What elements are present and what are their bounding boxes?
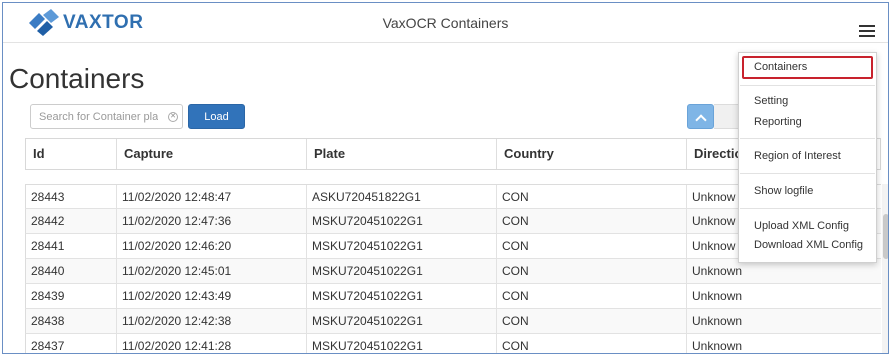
search-input[interactable] (30, 104, 183, 129)
cell-plate: MSKU720451022G1 (307, 234, 497, 258)
cell-country: CON (497, 209, 687, 233)
menu-divider (740, 138, 875, 139)
scrollbar-thumb[interactable] (883, 214, 888, 259)
cell-plate: ASKU720451822G1 (307, 185, 497, 209)
cell-id: 28443 (26, 185, 117, 209)
menu-item-download-xml-config[interactable]: Download XML Config (754, 239, 863, 251)
chevron-up-icon[interactable] (687, 104, 714, 129)
top-navbar: VAXTOR VaxOCR Containers (3, 3, 888, 43)
cell-capture: 11/02/2020 12:42:38 (117, 309, 307, 333)
cell-plate: MSKU720451022G1 (307, 284, 497, 308)
cell-capture: 11/02/2020 12:48:47 (117, 185, 307, 209)
app-title: VaxOCR Containers (382, 15, 509, 31)
cell-plate: MSKU720451022G1 (307, 309, 497, 333)
vertical-scrollbar[interactable] (882, 184, 888, 353)
menu-item-reporting[interactable]: Reporting (754, 116, 802, 128)
cell-plate: MSKU720451022G1 (307, 334, 497, 353)
clear-search-icon[interactable]: ✕ (168, 112, 178, 122)
column-header-id[interactable]: Id (26, 139, 117, 169)
table-row[interactable]: 28437 11/02/2020 12:41:28 MSKU720451022G1 C… (25, 334, 881, 353)
menu-item-show-logfile[interactable]: Show logfile (754, 185, 813, 197)
cell-direction: Unknown (692, 289, 743, 303)
column-header-country[interactable]: Country (497, 139, 687, 169)
cell-country: CON (497, 284, 687, 308)
cell-plate: MSKU720451022G1 (307, 259, 497, 283)
cell-capture: 11/02/2020 12:47:36 (117, 209, 307, 233)
cell-id: 28439 (26, 284, 117, 308)
cell-id: 28437 (26, 334, 117, 353)
cell-direction: Unknown (692, 314, 743, 328)
menu-item-upload-xml-config[interactable]: Upload XML Config (754, 220, 849, 232)
cell-capture: 11/02/2020 12:46:20 (117, 234, 307, 258)
menu-item-containers[interactable]: Containers (754, 61, 807, 73)
cell-country: CON (497, 334, 687, 353)
cell-id: 28441 (26, 234, 117, 258)
table-row[interactable]: 28439 11/02/2020 12:43:49 MSKU720451022G1 C… (25, 284, 881, 309)
cell-country: CON (497, 234, 687, 258)
cell-id: 28440 (26, 259, 117, 283)
column-header-plate[interactable]: Plate (307, 139, 497, 169)
cell-capture: 11/02/2020 12:41:28 (117, 334, 307, 353)
load-button[interactable]: Load (188, 104, 245, 129)
hamburger-menu-icon[interactable] (859, 25, 875, 37)
page-title: Containers (9, 63, 145, 94)
menu-item-setting[interactable]: Setting (754, 95, 788, 107)
cell-country: CON (497, 259, 687, 283)
cell-id: 28438 (26, 309, 117, 333)
cell-capture: 11/02/2020 12:45:01 (117, 259, 307, 283)
menu-divider (740, 173, 875, 174)
menu-item-region-of-interest[interactable]: Region of Interest (754, 150, 841, 162)
column-header-capture[interactable]: Capture (117, 139, 307, 169)
cell-direction: Unknown (692, 339, 743, 353)
table-row[interactable]: 28438 11/02/2020 12:42:38 MSKU720451022G1 C… (25, 309, 881, 334)
menu-divider (740, 85, 875, 86)
cell-capture: 11/02/2020 12:43:49 (117, 284, 307, 308)
cell-country: CON (497, 185, 687, 209)
menu-divider (740, 208, 875, 209)
app-window: VAXTOR VaxOCR Containers Containers ✕ Lo… (2, 2, 889, 354)
cell-country: CON (497, 309, 687, 333)
cell-id: 28442 (26, 209, 117, 233)
dropdown-menu: Containers Setting Reporting Region of I… (738, 52, 877, 263)
cell-plate: MSKU720451022G1 (307, 209, 497, 233)
